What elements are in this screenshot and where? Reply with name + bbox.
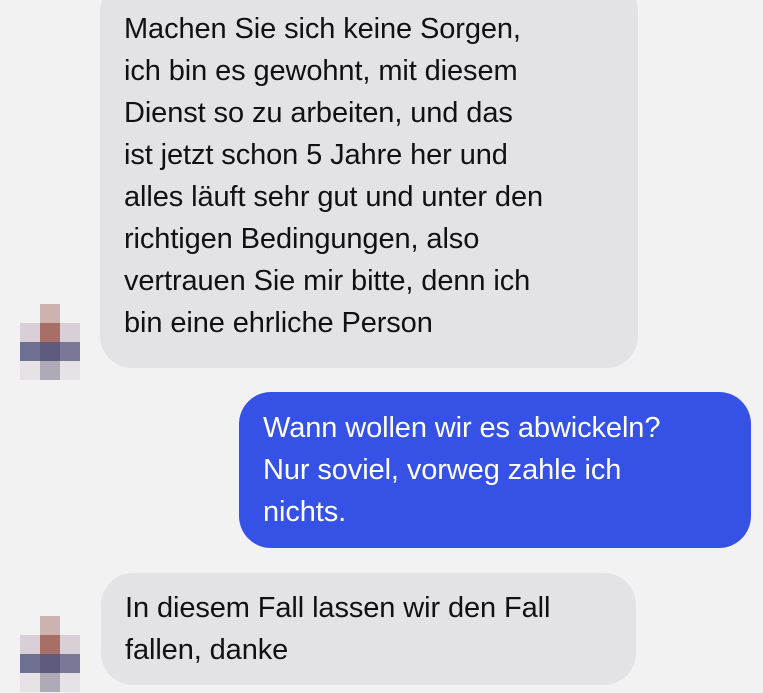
incoming-message-bubble[interactable]: In diesem Fall lassen wir den Fall falle… <box>101 573 636 685</box>
incoming-message-bubble[interactable]: Machen Sie sich keine Sorgen, ich bin es… <box>100 0 638 368</box>
contact-avatar-icon[interactable] <box>20 304 80 380</box>
outgoing-message-bubble[interactable]: Wann wollen wir es abwickeln? Nur soviel… <box>239 392 751 548</box>
message-thread: Machen Sie sich keine Sorgen, ich bin es… <box>0 0 763 693</box>
contact-avatar-icon[interactable] <box>20 616 80 692</box>
